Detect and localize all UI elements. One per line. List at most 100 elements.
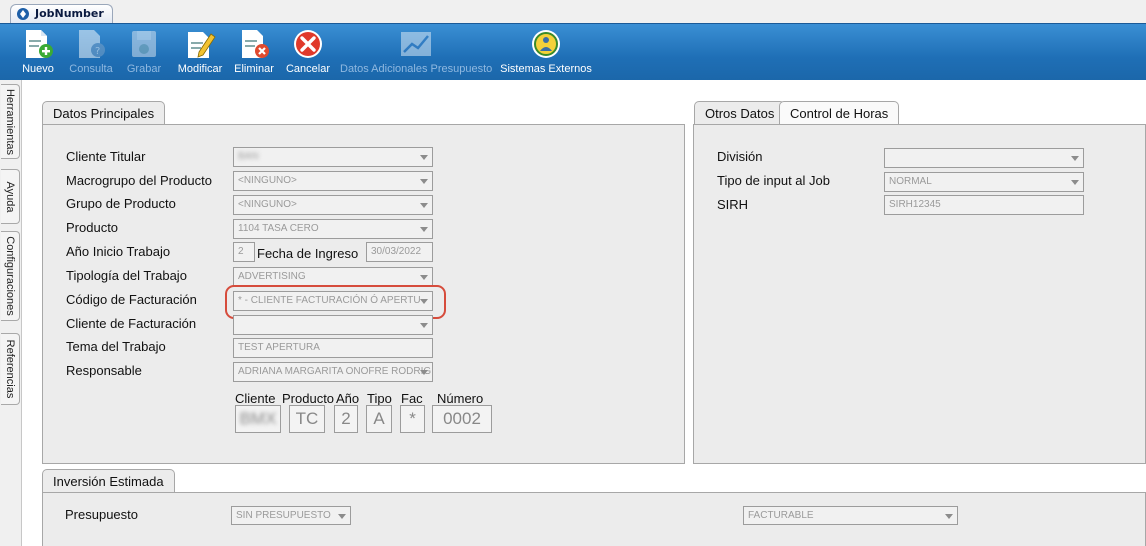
code-header-producto: Producto [282, 391, 335, 406]
cliente-facturacion-select[interactable] [233, 315, 433, 335]
side-tab-strip: Herramientas Ayuda Configuraciones Refer… [0, 80, 22, 546]
tab-otros-datos[interactable]: Otros Datos [694, 101, 786, 125]
cancelar-label: Cancelar [285, 63, 331, 75]
cliente-titular-select[interactable]: BAN [233, 147, 433, 167]
tab-control-horas[interactable]: Control de Horas [779, 101, 900, 125]
facturable-value: FACTURABLE [748, 510, 814, 521]
codigo-facturacion-label: Código de Facturación [66, 292, 197, 307]
cliente-titular-label: Cliente Titular [66, 149, 146, 164]
fecha-ingreso-label: Fecha de Ingreso [257, 246, 359, 261]
chart-trend-icon [401, 32, 431, 56]
responsable-label: Responsable [66, 363, 142, 378]
anio-inicio-input[interactable]: 2 [233, 242, 255, 262]
chevron-down-icon [420, 203, 428, 208]
side-tab-herramientas[interactable]: Herramientas [1, 84, 20, 159]
edit-document-icon [188, 32, 216, 58]
presupuesto-select[interactable]: SIN PRESUPUESTO [231, 506, 351, 525]
code-header-numero: Número [437, 391, 484, 406]
external-systems-icon [532, 30, 560, 58]
highlight-annotation [225, 285, 446, 319]
responsable-select[interactable]: ADRIANA MARGARITA ONOFRE RODRIG [233, 362, 433, 382]
responsable-value: ADRIANA MARGARITA ONOFRE RODRIG [238, 366, 432, 377]
side-tab-ayuda[interactable]: Ayuda [1, 169, 20, 224]
division-select[interactable] [884, 148, 1084, 168]
cliente-titular-value: BAN [238, 151, 259, 162]
inversion-panel [42, 492, 1146, 546]
sistemas-externos-button[interactable]: Sistemas Externos [500, 28, 592, 78]
code-header-anio: Año [336, 391, 360, 406]
tab-datos-principales[interactable]: Datos Principales [42, 101, 166, 125]
code-header-tipo: Tipo [367, 391, 392, 406]
macrogrupo-select[interactable]: <NINGUNO> [233, 171, 433, 191]
modificar-label: Modificar [177, 63, 223, 75]
query-document-icon: ? [79, 30, 105, 58]
macrogrupo-value: <NINGUNO> [238, 175, 297, 186]
title-strip: JobNumber [0, 0, 1146, 23]
code-header-cliente: Cliente [235, 391, 276, 406]
code-anio-box: 2 [334, 405, 358, 433]
new-document-icon [26, 30, 53, 58]
chevron-down-icon [420, 155, 428, 160]
datos-adicionales-button[interactable]: Datos Adicionales Presupuesto [340, 28, 492, 78]
grupo-producto-select[interactable]: <NINGUNO> [233, 195, 433, 215]
modificar-button[interactable]: Modificar [174, 28, 226, 78]
tipologia-value: ADVERTISING [238, 271, 306, 282]
sirh-input[interactable]: SIRH12345 [884, 195, 1084, 215]
producto-label: Producto [66, 220, 119, 235]
cancel-icon [294, 30, 322, 58]
eliminar-label: Eliminar [234, 63, 274, 75]
macrogrupo-label: Macrogrupo del Producto [66, 173, 212, 188]
code-fac-value: * [409, 409, 416, 428]
code-tipo-box: A [366, 405, 392, 433]
side-tab-label: Referencias [4, 339, 16, 399]
presupuesto-value: SIN PRESUPUESTO [236, 510, 331, 521]
chevron-down-icon [420, 323, 428, 328]
code-anio-value: 2 [341, 409, 351, 428]
facturable-select[interactable]: FACTURABLE [743, 506, 958, 525]
grupo-producto-value: <NINGUNO> [238, 199, 297, 210]
chevron-down-icon [420, 227, 428, 232]
side-tab-label: Configuraciones [4, 236, 16, 316]
producto-select[interactable]: 1104 TASA CERO [233, 219, 433, 239]
side-tab-referencias[interactable]: Referencias [1, 333, 20, 405]
grabar-button[interactable]: Grabar [123, 28, 165, 78]
grupo-producto-label: Grupo de Producto [66, 196, 176, 211]
datos-adicionales-label: Datos Adicionales Presupuesto [340, 63, 493, 75]
toolbar-ribbon: Nuevo ? Consulta Grabar Modificar Elimin… [0, 23, 1146, 80]
save-disk-icon [132, 31, 156, 57]
chevron-down-icon [420, 275, 428, 280]
code-numero-box: 0002 [432, 405, 492, 433]
chevron-down-icon [420, 179, 428, 184]
tipologia-select[interactable]: ADVERTISING [233, 267, 433, 287]
tab-inversion-estimada[interactable]: Inversión Estimada [42, 469, 175, 493]
chevron-down-icon [1071, 156, 1079, 161]
cliente-facturacion-label: Cliente de Facturación [66, 316, 197, 331]
document-tab-title: JobNumber [35, 7, 104, 20]
fecha-ingreso-input[interactable]: 30/03/2022 [366, 242, 433, 262]
code-header-fac: Fac [401, 391, 423, 406]
app-logo-icon [17, 8, 29, 20]
svg-text:?: ? [95, 46, 100, 57]
tipo-input-label: Tipo de input al Job [717, 173, 830, 188]
grabar-label: Grabar [126, 63, 162, 75]
tema-label: Tema del Trabajo [66, 339, 166, 354]
code-fac-box: * [400, 405, 425, 433]
tipo-input-value: NORMAL [889, 176, 932, 187]
code-producto-box: TC [289, 405, 325, 433]
nuevo-button[interactable]: Nuevo [18, 28, 58, 78]
sirh-label: SIRH [717, 197, 749, 212]
code-cliente-value: BMX [239, 409, 277, 428]
document-tab[interactable]: JobNumber [10, 4, 113, 23]
tema-input[interactable]: TEST APERTURA [233, 338, 433, 358]
division-label: División [717, 149, 763, 164]
side-tab-configuraciones[interactable]: Configuraciones [1, 231, 20, 321]
chevron-down-icon [1071, 180, 1079, 185]
cancelar-button[interactable]: Cancelar [285, 28, 331, 78]
consulta-button[interactable]: ? Consulta [66, 28, 116, 78]
code-cliente-box: BMX [235, 405, 281, 433]
side-tab-label: Herramientas [4, 88, 16, 155]
code-producto-value: TC [295, 409, 319, 428]
tipo-input-select[interactable]: NORMAL [884, 172, 1084, 192]
presupuesto-label: Presupuesto [65, 507, 138, 522]
eliminar-button[interactable]: Eliminar [233, 28, 275, 78]
